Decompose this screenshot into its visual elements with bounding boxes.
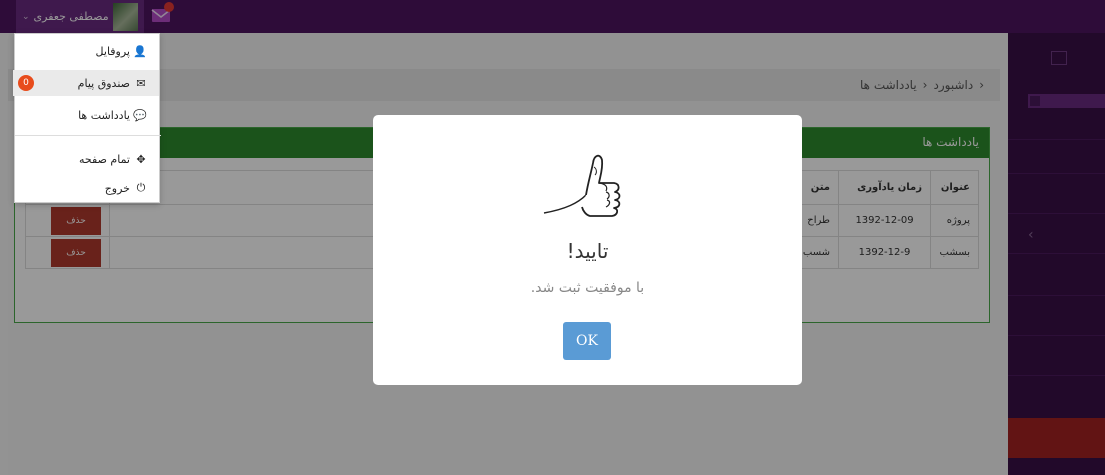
menu-item-profile[interactable]: 👤 پروفایل xyxy=(13,38,159,64)
dialog-title: تایید! xyxy=(566,239,609,263)
menu-item-label: صندوق پیام xyxy=(77,76,130,90)
ok-button[interactable]: OK xyxy=(563,322,611,360)
power-icon: ⏻ xyxy=(136,181,146,194)
dialog-message: با موفقیت ثبت شد. xyxy=(530,280,645,296)
menu-item-label: یادداشت ها xyxy=(78,108,130,122)
menu-item-notes[interactable]: 💬 یادداشت ها xyxy=(13,102,159,128)
menu-item-label: پروفایل xyxy=(95,44,130,58)
menu-divider xyxy=(15,135,161,136)
move-icon: ✥ xyxy=(136,152,146,166)
envelope-icon: ✉ xyxy=(136,76,146,90)
menu-item-label: خروج xyxy=(104,181,130,195)
thumbs-up-icon xyxy=(543,154,621,217)
menu-item-logout[interactable]: ⏻ خروج xyxy=(13,175,159,201)
inbox-count-badge: 0 xyxy=(18,75,34,91)
menu-item-label: تمام صفحه xyxy=(79,152,130,166)
user-dropdown-menu: 👤 پروفایل ✉ صندوق پیام 0 💬 یادداشت ها ✥ … xyxy=(13,33,161,203)
user-icon: 👤 xyxy=(133,44,147,58)
success-dialog: تایید! با موفقیت ثبت شد. OK xyxy=(373,115,802,385)
menu-item-inbox[interactable]: ✉ صندوق پیام 0 xyxy=(13,70,159,96)
menu-item-fullscreen[interactable]: ✥ تمام صفحه xyxy=(13,146,159,172)
comment-icon: 💬 xyxy=(133,108,147,122)
